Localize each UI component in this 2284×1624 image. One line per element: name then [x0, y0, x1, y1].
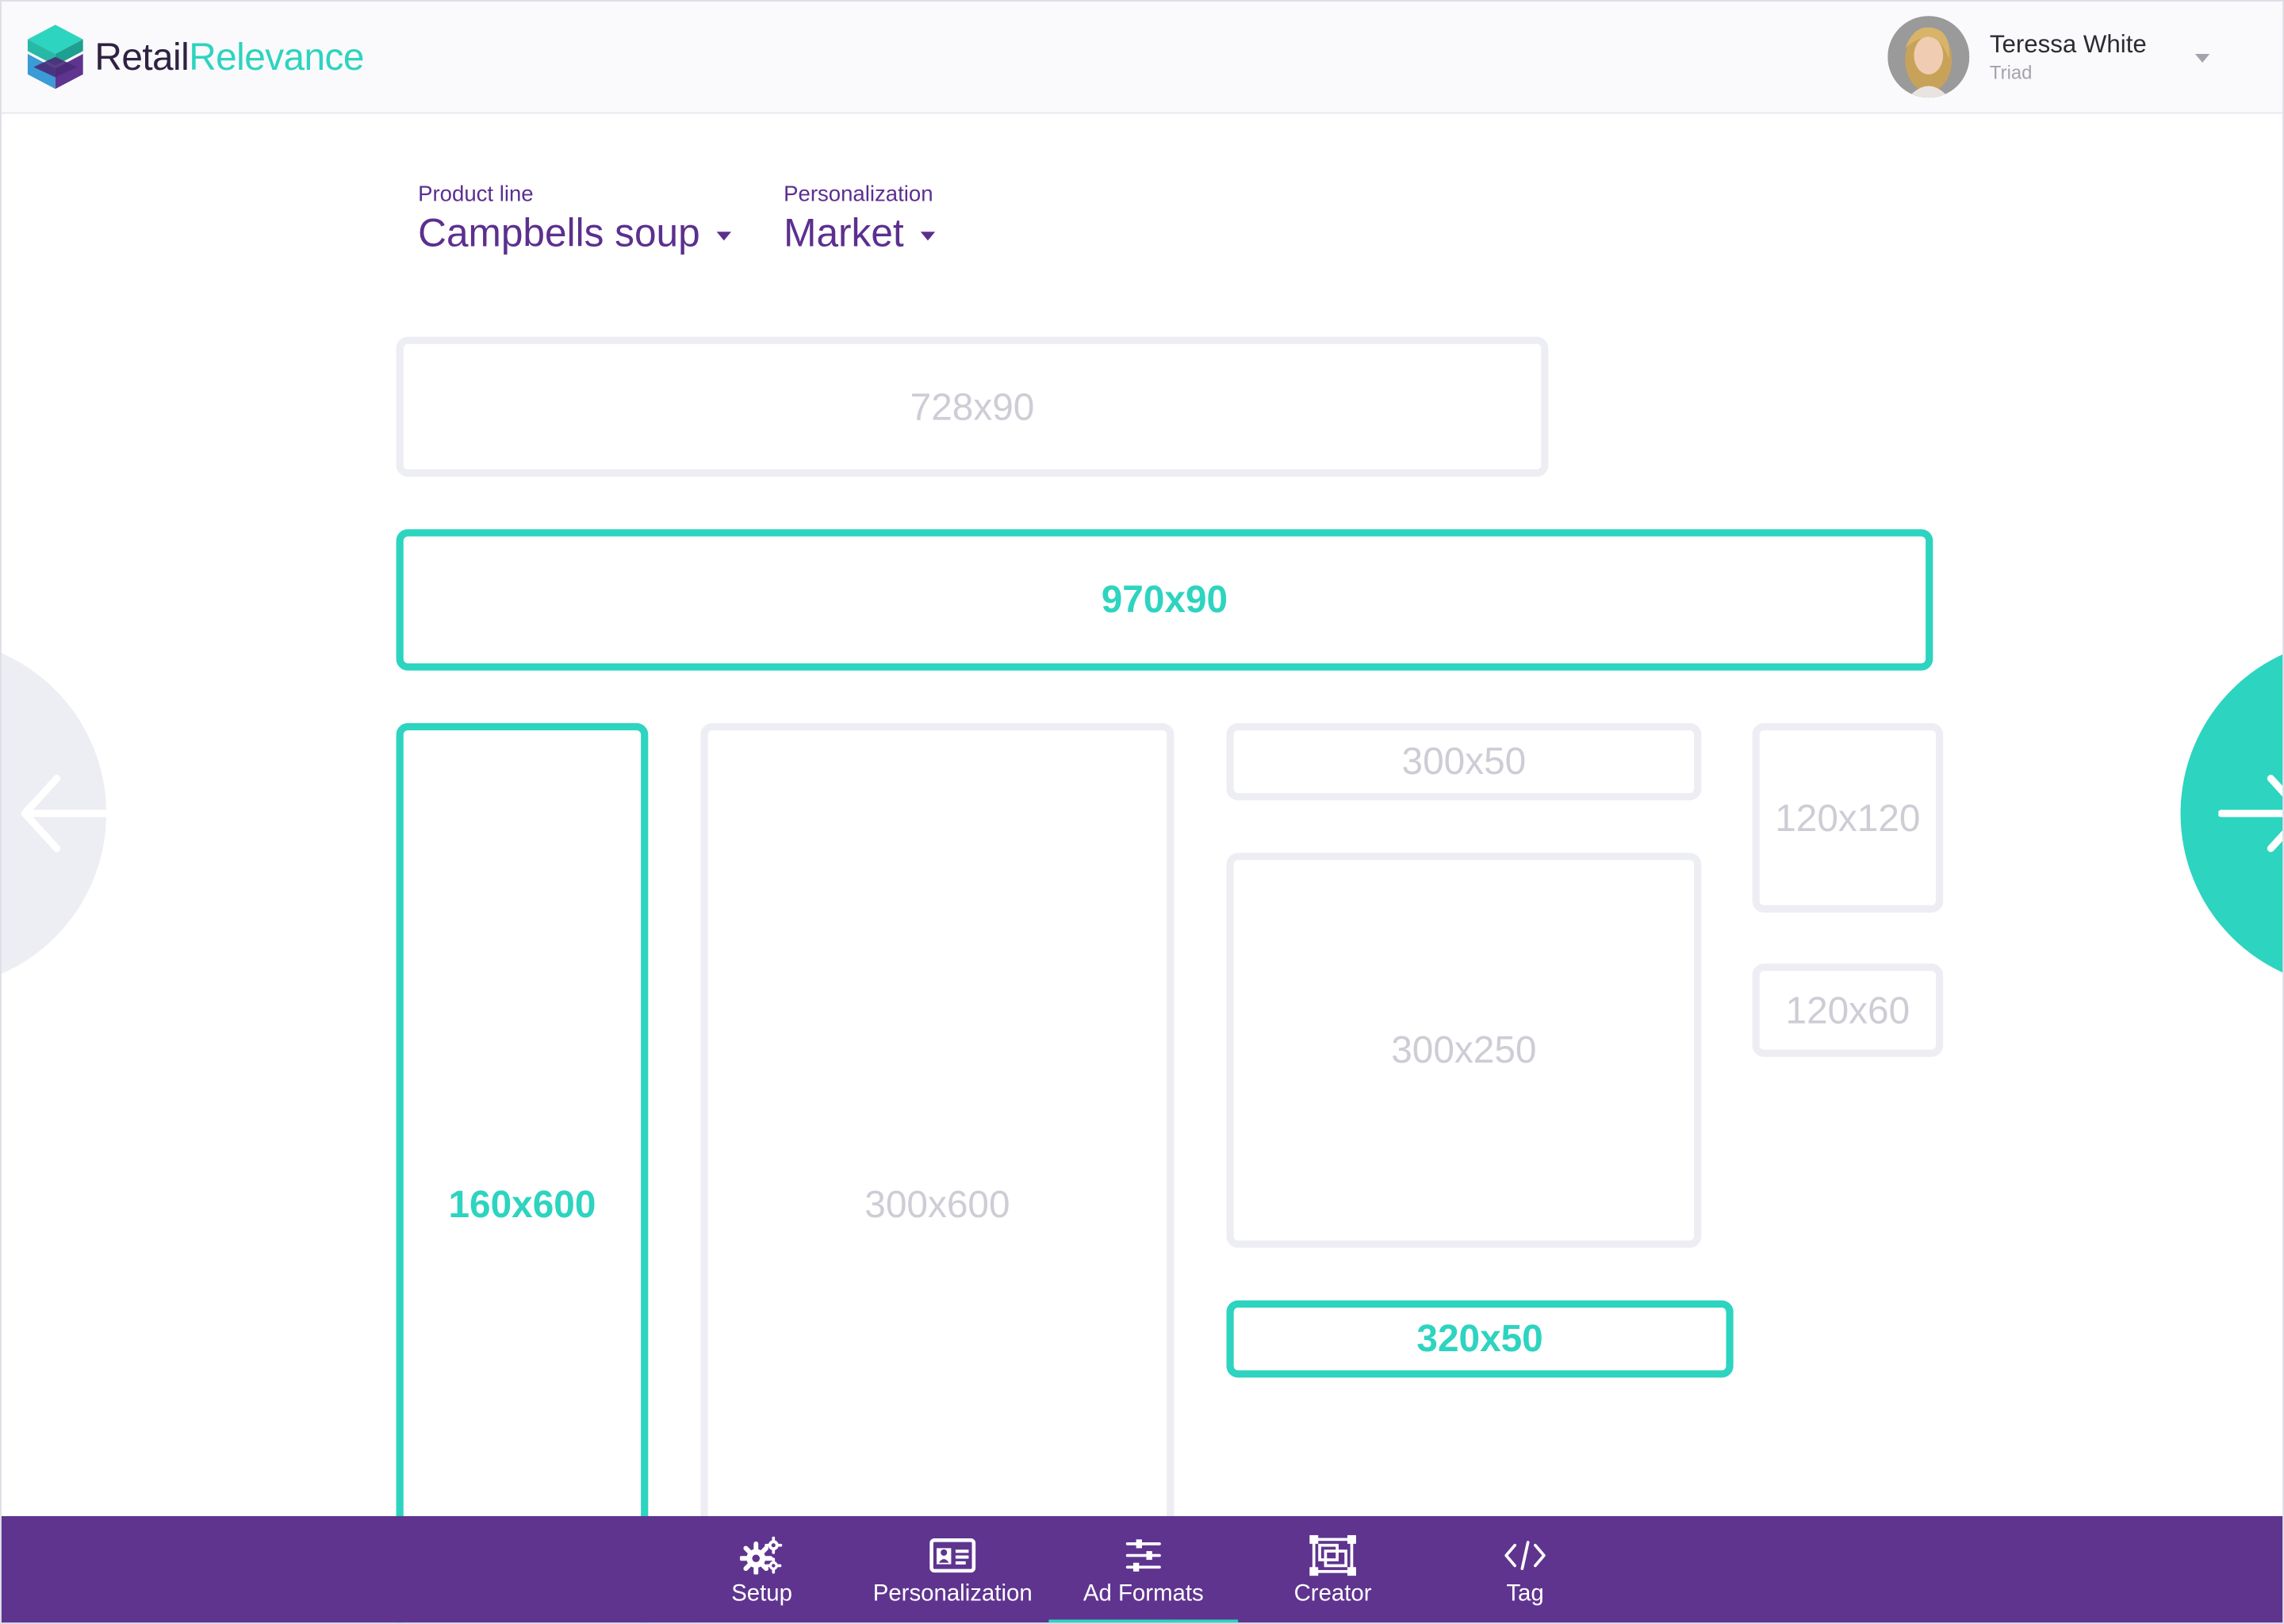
format-120x60[interactable]: 120x60: [1752, 963, 1944, 1057]
tab-label: Creator: [1293, 1581, 1372, 1607]
format-label: 300x50: [1401, 739, 1527, 783]
chevron-down-icon: [715, 231, 731, 240]
tab-ad-formats[interactable]: Ad Formats: [1048, 1516, 1239, 1623]
brand-name-part2: Relevance: [189, 34, 364, 79]
tab-label: Ad Formats: [1083, 1581, 1204, 1607]
tab-creator[interactable]: Creator: [1278, 1516, 1389, 1622]
layers-frame-icon: [1309, 1534, 1356, 1576]
format-320x50[interactable]: 320x50: [1226, 1300, 1734, 1378]
format-label: 120x120: [1775, 795, 1921, 839]
format-label: 120x60: [1785, 987, 1910, 1032]
format-label: 160x600: [448, 1182, 596, 1226]
format-label: 300x250: [1391, 1028, 1537, 1072]
gears-icon: [740, 1536, 784, 1575]
product-line-value: Campbells soup: [418, 211, 700, 255]
id-card-icon: [929, 1537, 976, 1575]
tab-label: Personalization: [872, 1581, 1033, 1607]
chevron-down-icon[interactable]: [2194, 54, 2210, 63]
format-label: 320x50: [1416, 1316, 1543, 1361]
personalization-value: Market: [784, 211, 904, 255]
product-line-label: Product line: [418, 182, 534, 208]
user-menu[interactable]: Teressa White Triad: [1887, 16, 2222, 101]
format-label: 728x90: [910, 384, 1035, 428]
format-970x90[interactable]: 970x90: [396, 529, 1933, 671]
avatar: [1887, 16, 1970, 98]
arrow-left-icon: [21, 775, 109, 852]
format-300x600[interactable]: 300x600: [700, 722, 1175, 1623]
next-button[interactable]: [2180, 638, 2283, 989]
user-org: Triad: [1989, 61, 2033, 83]
top-header: RetailRelevance Teressa White Triad: [1, 1, 2283, 114]
format-120x120[interactable]: 120x120: [1752, 722, 1944, 913]
previous-button[interactable]: [1, 638, 109, 989]
format-300x250[interactable]: 300x250: [1226, 852, 1702, 1248]
tab-personalization[interactable]: Personalization: [870, 1516, 1036, 1622]
product-line-selector[interactable]: Product line Campbells soup: [418, 182, 731, 257]
logo-cube-icon: [25, 22, 86, 92]
code-icon: [1503, 1537, 1546, 1575]
format-300x50[interactable]: 300x50: [1226, 722, 1702, 801]
format-160x600[interactable]: 160x600: [396, 722, 649, 1623]
app-window: RetailRelevance Teressa White Triad Prod…: [0, 0, 2284, 1624]
arrow-right-icon: [2218, 775, 2283, 852]
user-name: Teressa White: [1989, 30, 2147, 59]
brand-name: RetailRelevance: [94, 34, 364, 79]
brand-logo[interactable]: RetailRelevance: [25, 22, 364, 92]
chevron-down-icon: [919, 231, 935, 240]
tab-setup[interactable]: Setup: [703, 1516, 820, 1622]
tab-label: Setup: [731, 1581, 792, 1607]
personalization-selector[interactable]: Personalization Market: [784, 182, 935, 257]
bottom-tab-bar: Setup Personalization Ad Formats Creator…: [1, 1515, 2283, 1623]
format-label: 300x600: [864, 1182, 1010, 1226]
format-728x90[interactable]: 728x90: [396, 336, 1549, 477]
tab-tag[interactable]: Tag: [1487, 1516, 1563, 1622]
tab-label: Tag: [1506, 1581, 1544, 1607]
brand-name-part1: Retail: [94, 34, 190, 79]
format-label: 970x90: [1101, 577, 1228, 622]
sliders-icon: [1125, 1537, 1163, 1575]
personalization-label: Personalization: [784, 182, 933, 208]
